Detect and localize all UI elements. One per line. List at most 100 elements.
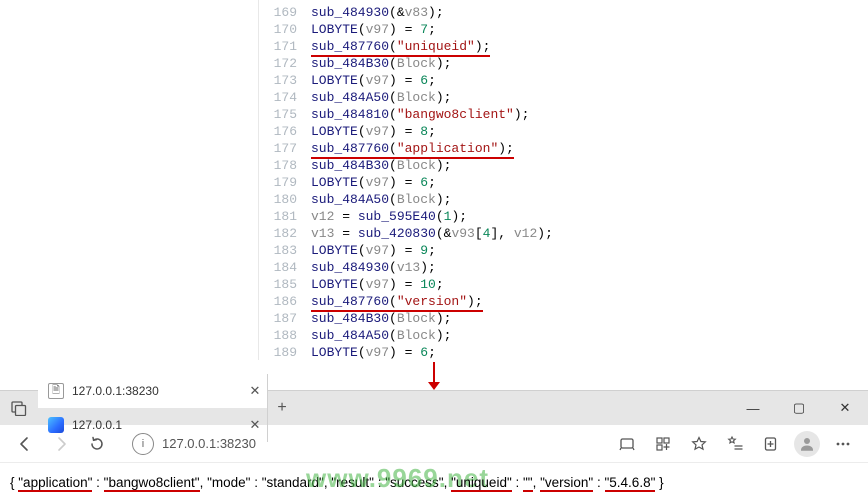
window-close-button[interactable]: ✕ (822, 391, 868, 425)
json-value: "" (523, 475, 533, 490)
code-line: 183LOBYTE(v97) = 9; (259, 242, 868, 259)
browser-tab-bar: 🗎127.0.0.1:38230✕127.0.0.1✕ + — ▢ ✕ (0, 391, 868, 425)
code-text: sub_484A50(Block); (311, 327, 451, 344)
line-number: 171 (259, 38, 311, 55)
tab-close-button[interactable]: ✕ (247, 417, 263, 433)
line-number: 181 (259, 208, 311, 225)
code-text: LOBYTE(v97) = 10; (311, 276, 444, 293)
code-text: sub_487760("uniqueid"); (311, 38, 490, 55)
code-text: LOBYTE(v97) = 6; (311, 174, 436, 191)
browser-content: www.9969.net { "application" : "bangwo8c… (0, 463, 868, 501)
json-key: "result" (331, 475, 374, 490)
line-number: 185 (259, 276, 311, 293)
line-number: 178 (259, 157, 311, 174)
tab-title: 127.0.0.1 (72, 418, 247, 432)
code-text: LOBYTE(v97) = 6; (311, 344, 436, 361)
favorites-list-icon[interactable] (718, 429, 752, 459)
line-number: 172 (259, 55, 311, 72)
code-line: 170LOBYTE(v97) = 7; (259, 21, 868, 38)
line-number: 186 (259, 293, 311, 310)
read-aloud-icon[interactable] (610, 429, 644, 459)
line-number: 176 (259, 123, 311, 140)
json-key: "version" (540, 475, 593, 490)
code-line: 184sub_484930(v13); (259, 259, 868, 276)
json-value: "bangwo8client" (104, 475, 200, 490)
edge-icon (48, 417, 64, 433)
code-line: 186sub_487760("version"); (259, 293, 868, 310)
tab-actions-button[interactable] (0, 400, 38, 416)
code-text: sub_484B30(Block); (311, 157, 451, 174)
line-number: 173 (259, 72, 311, 89)
line-number: 187 (259, 310, 311, 327)
code-text: sub_484930(v13); (311, 259, 436, 276)
code-line: 179LOBYTE(v97) = 6; (259, 174, 868, 191)
code-text: sub_487760("application"); (311, 140, 514, 157)
profile-avatar[interactable] (790, 429, 824, 459)
code-text: sub_484A50(Block); (311, 191, 451, 208)
line-number: 179 (259, 174, 311, 191)
code-line: 180sub_484A50(Block); (259, 191, 868, 208)
code-text: v13 = sub_420830(&v93[4], v12); (311, 225, 553, 242)
tab-close-button[interactable]: ✕ (247, 383, 263, 399)
line-number: 170 (259, 21, 311, 38)
line-number: 180 (259, 191, 311, 208)
code-text: LOBYTE(v97) = 9; (311, 242, 436, 259)
code-line: 178sub_484B30(Block); (259, 157, 868, 174)
code-text: sub_484B30(Block); (311, 310, 451, 327)
json-key: "mode" (207, 475, 250, 490)
json-response-text: { "application" : "bangwo8client", "mode… (10, 475, 664, 490)
line-number: 177 (259, 140, 311, 157)
browser-tab[interactable]: 127.0.0.1✕ (38, 408, 268, 442)
settings-more-button[interactable] (826, 429, 860, 459)
code-line: 182v13 = sub_420830(&v93[4], v12); (259, 225, 868, 242)
code-line: 175sub_484810("bangwo8client"); (259, 106, 868, 123)
code-line: 172sub_484B30(Block); (259, 55, 868, 72)
page-icon: 🗎 (48, 383, 64, 399)
back-button[interactable] (8, 429, 42, 459)
code-line: 188sub_484A50(Block); (259, 327, 868, 344)
code-line: 176LOBYTE(v97) = 8; (259, 123, 868, 140)
json-key: "application" (18, 475, 92, 490)
code-line: 187sub_484B30(Block); (259, 310, 868, 327)
browser-tab[interactable]: 🗎 127.0.0.1:38230✕ (38, 374, 268, 408)
code-line: 174sub_484A50(Block); (259, 89, 868, 106)
line-number: 183 (259, 242, 311, 259)
window-minimize-button[interactable]: — (730, 391, 776, 425)
json-value: "success" (385, 475, 443, 490)
code-line: 171sub_487760("uniqueid"); (259, 38, 868, 55)
code-line: 169sub_484930(&v83); (259, 4, 868, 21)
code-text: LOBYTE(v97) = 6; (311, 72, 436, 89)
json-value: "5.4.6.8" (605, 475, 656, 490)
code-text: sub_484810("bangwo8client"); (311, 106, 529, 123)
collections-icon[interactable] (754, 429, 788, 459)
code-line: 189LOBYTE(v97) = 6; (259, 344, 868, 361)
favorites-star-icon[interactable] (682, 429, 716, 459)
code-line: 173LOBYTE(v97) = 6; (259, 72, 868, 89)
line-number: 189 (259, 344, 311, 361)
code-text: sub_487760("version"); (311, 293, 483, 310)
window-maximize-button[interactable]: ▢ (776, 391, 822, 425)
line-number: 188 (259, 327, 311, 344)
tab-title: 127.0.0.1:38230 (72, 384, 247, 398)
json-value: "standard" (262, 475, 324, 490)
code-text: sub_484930(&v83); (311, 4, 444, 21)
new-tab-button[interactable]: + (268, 399, 296, 417)
json-key: "uniqueid" (451, 475, 512, 490)
line-number: 174 (259, 89, 311, 106)
line-number: 184 (259, 259, 311, 276)
code-line: 181v12 = sub_595E40(1); (259, 208, 868, 225)
line-number: 169 (259, 4, 311, 21)
code-line: 177sub_487760("application"); (259, 140, 868, 157)
code-line: 185LOBYTE(v97) = 10; (259, 276, 868, 293)
line-number: 175 (259, 106, 311, 123)
code-text: LOBYTE(v97) = 8; (311, 123, 436, 140)
line-number: 182 (259, 225, 311, 242)
code-text: sub_484A50(Block); (311, 89, 451, 106)
code-text: LOBYTE(v97) = 7; (311, 21, 436, 38)
browser-window: 🗎127.0.0.1:38230✕127.0.0.1✕ + — ▢ ✕ i 12… (0, 390, 868, 500)
apps-icon[interactable] (646, 429, 680, 459)
code-text: sub_484B30(Block); (311, 55, 451, 72)
decompiler-code-pane: 169sub_484930(&v83);170LOBYTE(v97) = 7;1… (258, 0, 868, 360)
code-text: v12 = sub_595E40(1); (311, 208, 467, 225)
red-arrow-down-icon (428, 362, 440, 390)
